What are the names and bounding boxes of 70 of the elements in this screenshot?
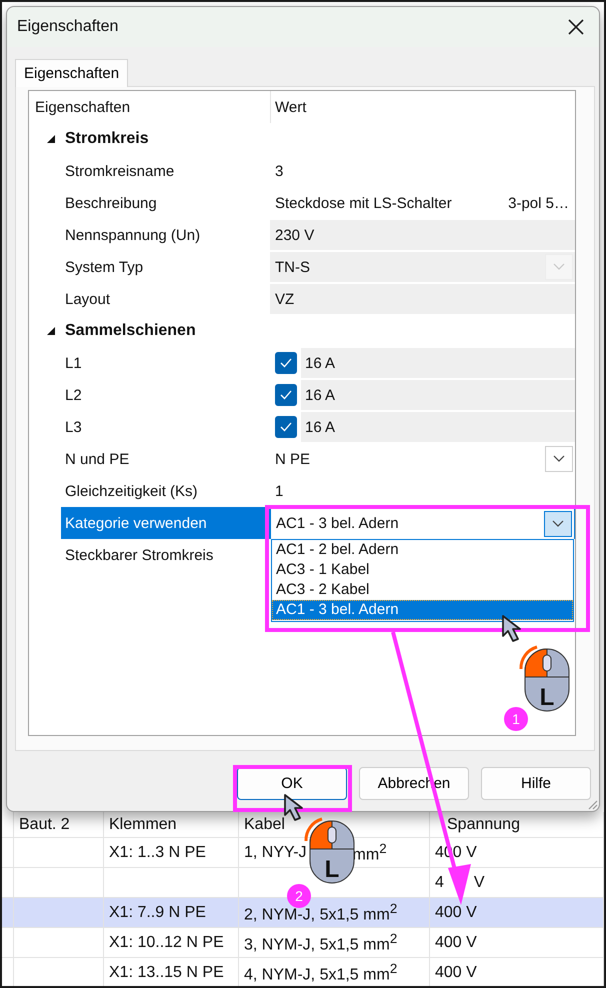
property-value: Steckdose mit LS-Schalter (275, 194, 453, 212)
property-label[interactable]: L3 (61, 411, 270, 443)
chevron-down-icon (552, 520, 564, 528)
dropdown-option[interactable]: AC1 - 2 bel. Adern (272, 540, 573, 560)
table-cell: 400 V (435, 934, 477, 952)
table-cell: X1: 7..9 N PE (109, 904, 206, 922)
combo-value: TN-S (275, 258, 311, 276)
resize-grip-icon[interactable] (586, 798, 598, 810)
dropdown-option[interactable]: AC3 - 1 Kabel (272, 560, 573, 580)
property-label[interactable]: N und PE (61, 443, 270, 475)
combo-value: AC1 - 3 bel. Adern (276, 515, 400, 532)
dropdown-option[interactable]: AC3 - 2 Kabel (272, 580, 573, 600)
column-header: Spannung (430, 812, 604, 837)
expand-triangle-icon[interactable] (46, 134, 56, 144)
column-header: Baut. 2 (14, 812, 104, 837)
checkmark-icon (280, 358, 292, 368)
tab[interactable]: Eigenschaften (15, 59, 128, 87)
property-label[interactable]: Stromkreisname (61, 155, 270, 187)
dialog-button[interactable]: Hilfe (481, 766, 591, 800)
dropdown-button[interactable] (545, 446, 573, 472)
column-header: Eigenschaften (34, 98, 132, 118)
table-cell: 400 V (435, 964, 477, 982)
close-icon[interactable] (567, 18, 585, 36)
property-label[interactable]: Beschreibung (61, 187, 270, 219)
property-value: 1 (275, 482, 284, 500)
checkmark-icon (280, 390, 292, 400)
dropdown-button[interactable] (544, 510, 572, 536)
table-row[interactable]: X1: 10..12 N PE 3, NYM-J, 5x1,5 mm$^{2}$ 400 V (2, 928, 604, 958)
table-cell: 1, NYY-J (244, 844, 307, 862)
property-value: 3-pol 5… (508, 194, 570, 212)
window-title: Eigenschaften (17, 18, 118, 36)
property-label[interactable]: Nennspannung (Un) (61, 219, 270, 251)
readonly-field: 230 V (270, 220, 575, 250)
table-cell: 3, NYM-J, 5x1,5 mm$^{2}$ (244, 930, 398, 954)
readonly-field: 16 A (301, 348, 575, 378)
dropdown-option[interactable]: AC1 - 3 bel. Adern (272, 600, 573, 620)
table-cell: 4 (435, 874, 444, 892)
group-label: Stromkreis (65, 130, 149, 148)
table-cell: X1: 13..15 N PE (109, 964, 224, 982)
checkbox[interactable] (275, 416, 297, 438)
column-header: Wert (270, 91, 575, 123)
property-label[interactable]: Steckbarer Stromkreis (61, 539, 270, 571)
dialog-button[interactable]: OK (237, 766, 347, 800)
cursor-icon (502, 615, 521, 642)
chevron-down-icon (553, 263, 565, 271)
readonly-field: VZ (270, 284, 575, 314)
property-label[interactable]: Layout (61, 283, 270, 315)
readonly-field: 16 A (301, 380, 575, 410)
readonly-field: 16 A (301, 412, 575, 442)
property-label[interactable]: L1 (61, 347, 270, 379)
property-label[interactable]: L2 (61, 379, 270, 411)
property-label[interactable]: Gleichzeitigkeit (Ks) (61, 475, 270, 507)
table-cell: X1: 1..3 N PE (109, 844, 206, 862)
table-row[interactable]: X1: 13..15 N PE 4, NYM-J, 5x1,5 mm$^{2}$ 400 V (2, 958, 604, 986)
table-cell: 400 V (435, 904, 477, 922)
table-cell: 4, NYM-J, 5x1,5 mm$^{2}$ (244, 960, 398, 984)
cursor-icon (284, 794, 303, 821)
table-cell: V (474, 874, 485, 892)
chevron-down-icon (553, 455, 565, 463)
expand-triangle-icon[interactable] (46, 326, 56, 336)
combo-value: N PE (275, 450, 312, 468)
checkbox[interactable] (275, 352, 297, 374)
property-label[interactable]: Kategorie verwenden (61, 507, 270, 539)
checkbox[interactable] (275, 384, 297, 406)
group-label: Sammelschienen (65, 322, 196, 340)
step-badge: 2 (287, 884, 311, 908)
column-header: Klemmen (104, 812, 239, 837)
table-cell: X1: 10..12 N PE (109, 934, 224, 952)
property-value: 3 (275, 162, 284, 180)
checkmark-icon (280, 422, 292, 432)
